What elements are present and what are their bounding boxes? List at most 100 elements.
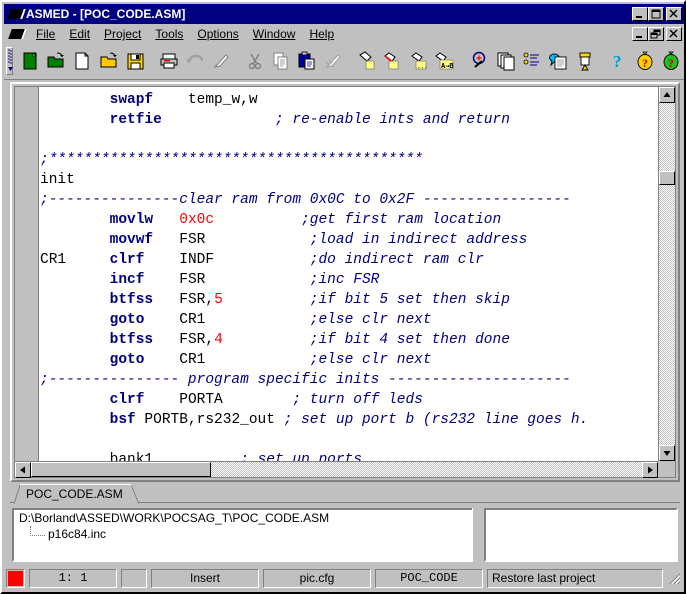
project-info-panel[interactable] [484,508,678,562]
compile-icon[interactable] [573,48,597,74]
find-icon[interactable] [381,48,405,74]
menu-tools[interactable]: Tools [148,25,190,43]
cut-icon[interactable] [243,48,267,74]
open-file-icon[interactable] [96,48,120,74]
editor-horizontal-scrollbar[interactable] [15,461,658,478]
status-bar: 1: 1 Insert pic.cfg POC_CODE Restore las… [4,566,684,590]
help-question-icon[interactable]: ? [606,48,630,74]
tree-root-item[interactable]: D:\Borland\ASSED\WORK\POCSAG_T\POC_CODE.… [14,510,476,526]
list-icon[interactable] [520,48,544,74]
close-button[interactable] [666,7,682,21]
code-line: ;---------------clear ram from 0x0C to 0… [40,190,658,210]
mdi-restore-button[interactable] [648,27,664,41]
svg-text:?: ? [668,56,674,70]
code-token-cm: ;inc FSR [309,272,380,288]
code-token-cm: ; turn off leds [292,392,423,408]
project-tree[interactable]: D:\Borland\ASSED\WORK\POCSAG_T\POC_CODE.… [14,510,476,560]
menu-edit[interactable]: Edit [62,25,97,43]
scroll-right-button[interactable] [642,462,658,478]
code-token-cm: ;if bit 5 set then skip [309,292,510,308]
find-next-icon[interactable]: ... [408,48,432,74]
code-token-cm: ; re-enable ints and return [274,112,510,128]
save-icon[interactable] [123,48,147,74]
editor-vertical-scrollbar[interactable] [658,87,675,461]
scroll-down-button[interactable] [659,445,675,461]
code-token-cm: ;load in indirect address [309,232,528,248]
new-file-icon[interactable] [70,48,94,74]
code-token-pl: temp_w,w [153,92,258,108]
code-token-op: clrf [109,252,145,268]
scroll-left-button[interactable] [15,462,31,478]
help-yellow-icon[interactable]: ? [633,48,657,74]
tree-child-item[interactable]: p16c84.inc [14,526,476,542]
code-line: bsf PORTB,rs232_out ; set up port b (rs2… [40,410,658,430]
status-led-indicator [6,568,25,588]
notes-icon[interactable] [546,48,570,74]
code-token-lbl: init [40,172,75,188]
menu-options[interactable]: Options [190,25,245,43]
tab-poc-code-asm[interactable]: POC_CODE.ASM [14,484,139,504]
toolbar: ... A→B ? ? ? [4,44,684,80]
code-token-lbl: CR1 [40,252,67,268]
copy-pages-icon[interactable] [494,48,518,74]
code-token-op: goto [109,352,145,368]
tree-child-label: p16c84.inc [48,527,107,541]
new-project-icon[interactable] [18,48,42,74]
minimize-button[interactable] [632,7,648,21]
code-line: bank1 ; set up ports [40,450,658,461]
scroll-up-button[interactable] [659,87,675,103]
print-icon[interactable] [156,48,180,74]
code-token-cm: ;***************************************… [40,152,423,168]
code-token-cm: ; set up port b (rs232 line goes h. [283,412,589,428]
status-spacer-cell [121,568,147,588]
menu-help[interactable]: Help [302,25,341,43]
editor-gutter[interactable] [15,87,39,477]
paste-icon[interactable] [295,48,319,74]
delete-icon[interactable] [321,48,345,74]
mdi-close-button[interactable] [666,27,682,41]
zoom-icon[interactable] [468,48,492,74]
toolbar-grip[interactable] [6,46,13,75]
code-token-cm: ;else clr next [309,352,432,368]
code-token-op: btfss [109,332,154,348]
menu-window[interactable]: Window [246,25,303,43]
code-text-area[interactable]: swapf temp_w,w retfie ; re-enable ints a… [40,87,658,461]
status-project-name: POC_CODE [375,568,483,588]
open-project-icon[interactable] [44,48,68,74]
code-token-op: swapf [109,92,154,108]
tree-scrollbar-placeholder[interactable] [472,508,481,562]
code-token-op: bsf [109,412,136,428]
code-token-cm: ;if bit 4 set then done [309,332,510,348]
help-green-icon[interactable]: ? [659,48,683,74]
menu-file[interactable]: File [29,25,62,43]
code-line: movwf FSR ;load in indirect address [40,230,658,250]
replace-icon[interactable]: A→B [434,48,458,74]
editor-window: swapf temp_w,w retfie ; re-enable ints a… [10,82,680,482]
mdi-minimize-button[interactable] [632,27,648,41]
menu-bar: File Edit Project Tools Options Window H… [4,24,684,44]
status-insert-mode: Insert [151,568,259,588]
code-token-pl: PORTB,rs232_out [135,412,284,428]
menu-project[interactable]: Project [97,25,148,43]
project-tree-panel: D:\Borland\ASSED\WORK\POCSAG_T\POC_CODE.… [10,506,680,568]
undo-icon[interactable] [183,48,207,74]
editor-client: swapf temp_w,w retfie ; re-enable ints a… [14,86,676,478]
copy-icon[interactable] [269,48,293,74]
horizontal-scroll-thumb[interactable] [31,462,211,477]
resize-grip[interactable] [667,571,681,585]
code-token-cm: ;get first ram location [301,212,502,228]
code-line: CR1 clrf INDF ;do indirect ram clr [40,250,658,270]
code-line: btfss FSR,4 ;if bit 4 set then done [40,330,658,350]
vertical-scroll-thumb[interactable] [659,171,675,185]
maximize-button[interactable] [648,7,664,21]
marker-icon[interactable] [355,48,379,74]
redo-pen-icon[interactable] [209,48,233,74]
